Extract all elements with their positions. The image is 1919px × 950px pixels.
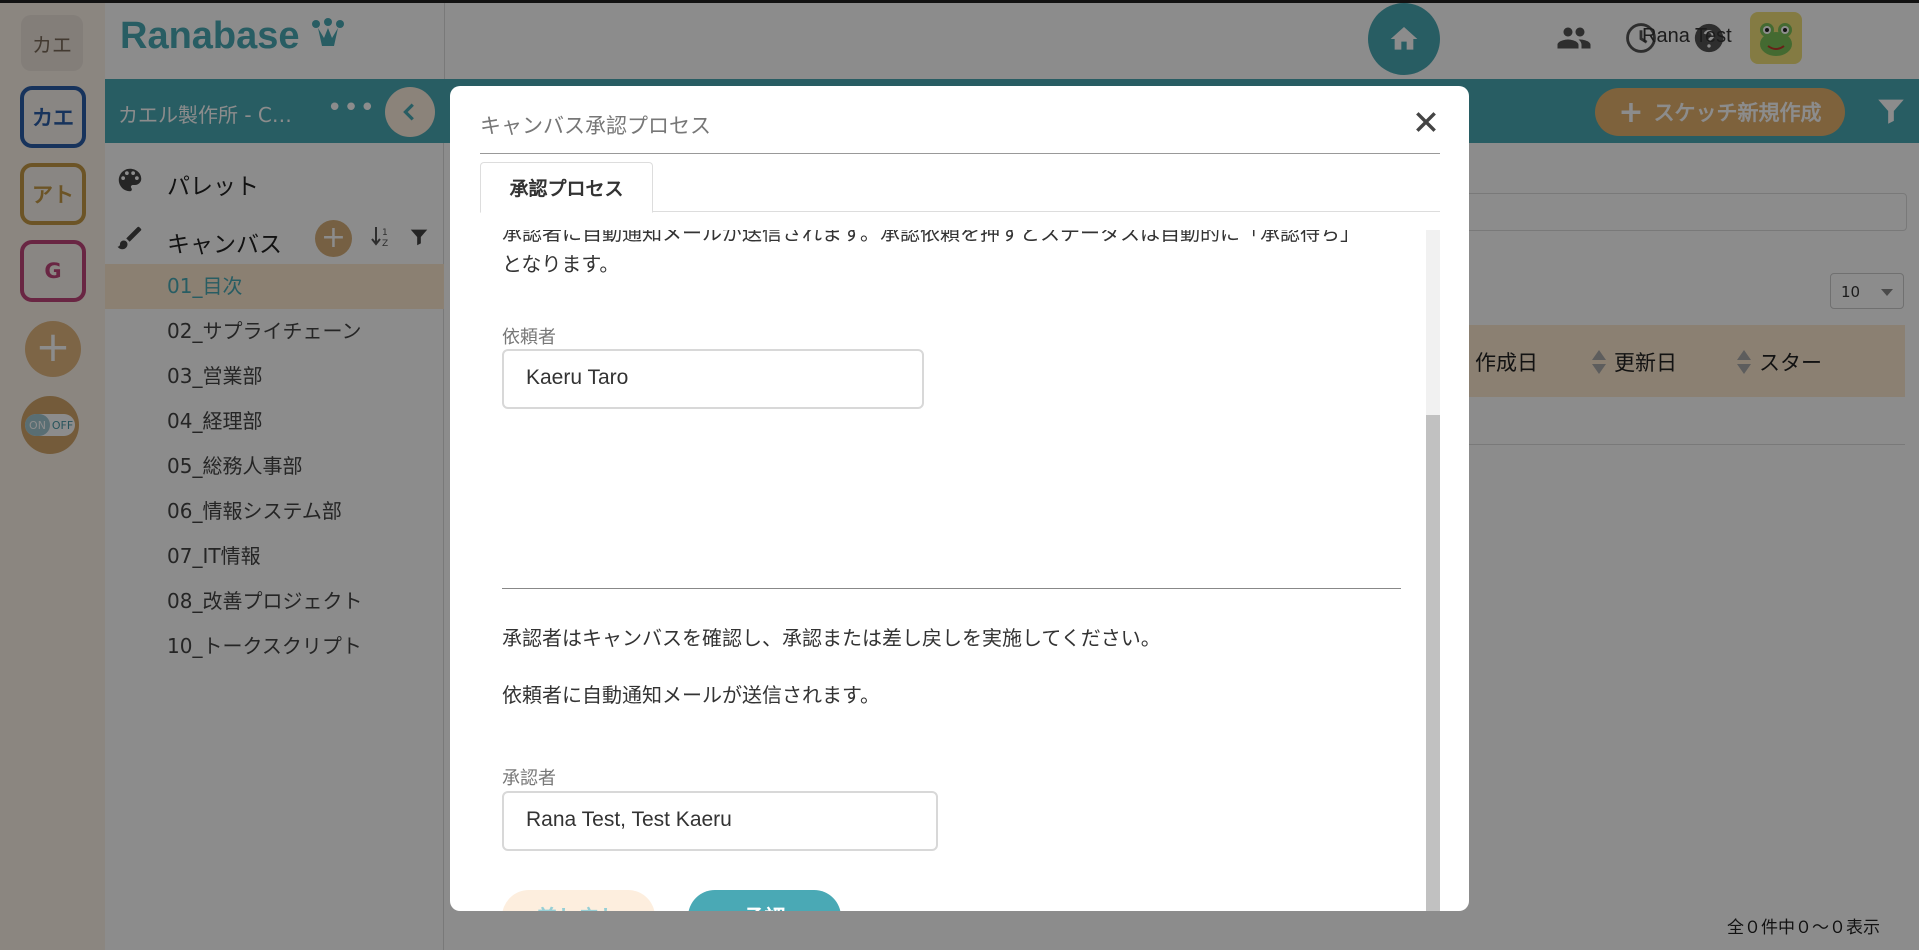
close-icon xyxy=(1416,112,1436,132)
requester-field[interactable]: Kaeru Taro xyxy=(502,349,924,409)
intro-text: となります。 xyxy=(502,252,620,276)
modal-scrollbar[interactable] xyxy=(1426,230,1440,911)
approver-instruction: 承認者はキャンバスを確認し、承認または差し戻しを実施してください。 xyxy=(502,626,1161,650)
reject-button[interactable]: 差し戻し xyxy=(502,890,655,911)
modal-tabs: 承認プロセス xyxy=(480,162,1440,213)
section-divider xyxy=(502,588,1401,589)
approver-label: 承認者 xyxy=(502,768,556,789)
close-button[interactable] xyxy=(1408,104,1444,140)
approval-process-modal: キャンバス承認プロセス 承認プロセス 承認者に自動通知メールが送信されます。承認… xyxy=(450,86,1469,911)
tab-approval-process[interactable]: 承認プロセス xyxy=(480,162,653,213)
intro-text-clipped: 承認者に自動通知メールが送信されます。承認依頼を押すとステータスは自動的に「承認… xyxy=(502,230,1360,245)
modal-body: 承認者に自動通知メールが送信されます。承認依頼を押すとステータスは自動的に「承認… xyxy=(480,230,1440,911)
approve-button[interactable]: 承認 xyxy=(688,890,841,911)
approver-notify-text: 依頼者に自動通知メールが送信されます。 xyxy=(502,683,880,707)
requester-label: 依頼者 xyxy=(502,327,556,348)
scrollbar-thumb[interactable] xyxy=(1426,415,1440,911)
approver-field[interactable]: Rana Test, Test Kaeru xyxy=(502,791,938,851)
modal-divider xyxy=(480,153,1440,154)
modal-title: キャンバス承認プロセス xyxy=(480,114,711,138)
